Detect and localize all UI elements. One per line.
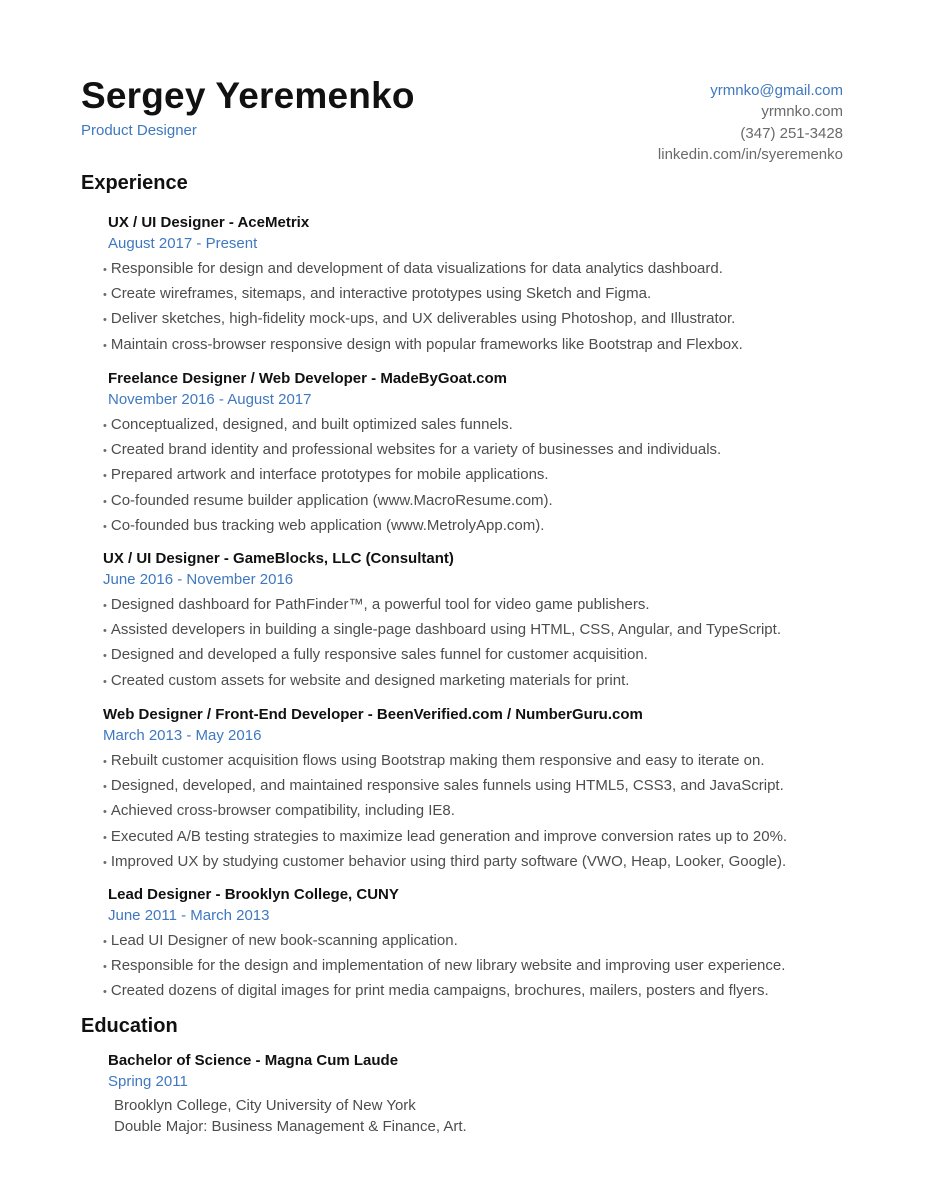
bullet-icon: •	[103, 314, 107, 327]
bullet-icon: •	[103, 961, 107, 974]
linkedin-link[interactable]: linkedin.com/in/syeremenko	[658, 144, 843, 165]
bullet-text: Responsible for design and development o…	[110, 260, 723, 277]
bullet-item: • Conceptualized, designed, and built opt…	[103, 413, 721, 438]
experience-entry: UX / UI Designer - GameBlocks, LLC (Cons…	[103, 548, 781, 694]
bullet-icon: •	[103, 936, 107, 948]
job-title: Web Designer / Front-End Developer - Bee…	[103, 706, 643, 723]
job-title: Freelance Designer / Web Developer - Mad…	[108, 370, 508, 387]
bullet-text: Deliver sketches, high-fidelity mock-ups…	[110, 310, 736, 328]
experience-entry: UX / UI Designer - AceMetrix August 2017…	[103, 212, 743, 358]
job-dates: August 2017 - Present	[108, 235, 258, 252]
bullet-item: • Create wireframes, sitemaps, and intera…	[103, 282, 743, 307]
contact-block: yrmnko@gmail.com yrmnko.com (347) 251-34…	[658, 80, 843, 165]
bullet-text: Achieved cross-browser compatibility, in…	[110, 802, 455, 820]
phone-number: (347) 251-3428	[740, 124, 843, 142]
experience-heading: Experience	[81, 172, 188, 194]
bullet-icon: •	[103, 445, 107, 458]
job-title: UX / UI Designer - AceMetrix	[108, 214, 310, 231]
bullet-icon: •	[103, 856, 107, 869]
education-details: Brooklyn College, City University of New…	[103, 1095, 467, 1137]
bullet-item: • Prepared artwork and interface prototyp…	[103, 463, 721, 488]
bullet-text: Responsible for the design and implement…	[110, 957, 786, 975]
bullet-text: Designed, developed, and maintained resp…	[110, 777, 784, 795]
education-major: Double Major: Business Management & Fina…	[114, 1118, 467, 1135]
bullet-text: Assisted developers in building a single…	[110, 621, 781, 639]
bullet-item: • Assisted developers in building a singl…	[103, 618, 781, 643]
experience-entry: Web Designer / Front-End Developer - Bee…	[103, 704, 787, 875]
bullet-text: Executed A/B testing strategies to maxim…	[110, 827, 788, 845]
bullet-icon: •	[103, 806, 107, 819]
bullet-item: • Maintain cross-browser responsive desig…	[103, 333, 743, 358]
bullet-text: Maintain cross-browser responsive design…	[110, 335, 743, 353]
bullet-icon: •	[103, 781, 107, 794]
bullet-icon: •	[103, 520, 107, 533]
bullet-item: • Executed A/B testing strategies to maxi…	[103, 825, 787, 850]
bullet-item: • Responsible for design and development …	[103, 257, 743, 282]
bullet-item: • Deliver sketches, high-fidelity mock-up…	[103, 307, 743, 332]
bullet-text: Created dozens of digital images for pri…	[110, 982, 769, 1000]
education-heading: Education	[81, 1015, 178, 1037]
job-bullets: • Rebuilt customer acquisition flows usin…	[103, 749, 787, 875]
bullet-item: • Achieved cross-browser compatibility, i…	[103, 799, 787, 824]
bullet-text: Created brand identity and professional …	[110, 441, 722, 459]
job-bullets: • Designed dashboard for PathFinder™, a p…	[103, 593, 781, 694]
bullet-item: • Created brand identity and professional…	[103, 438, 721, 463]
bullet-text: Rebuilt customer acquisition flows using…	[110, 752, 765, 769]
bullet-icon: •	[103, 831, 107, 844]
bullet-item: • Lead UI Designer of new book-scanning a…	[103, 929, 785, 954]
job-title: UX / UI Designer - GameBlocks, LLC (Cons…	[103, 550, 454, 567]
bullet-icon: •	[103, 339, 107, 352]
job-bullets: • Responsible for design and development …	[103, 257, 743, 358]
bullet-item: • Designed, developed, and maintained res…	[103, 774, 787, 799]
degree-title: Bachelor of Science - Magna Cum Laude	[108, 1052, 399, 1069]
bullet-text: Designed dashboard for PathFinder™, a po…	[110, 596, 650, 613]
job-bullets: • Conceptualized, designed, and built opt…	[103, 413, 721, 539]
bullet-icon: •	[103, 675, 107, 688]
bullet-text: Conceptualized, designed, and built opti…	[110, 416, 513, 433]
person-name: Sergey Yeremenko	[81, 75, 415, 116]
bullet-text: Improved UX by studying customer behavio…	[110, 852, 787, 870]
bullet-item: • Designed dashboard for PathFinder™, a p…	[103, 593, 781, 618]
education-school: Brooklyn College, City University of New…	[114, 1097, 416, 1114]
bullet-text: Create wireframes, sitemaps, and interac…	[110, 285, 652, 303]
education-entry: Bachelor of Science - Magna Cum Laude Sp…	[103, 1050, 467, 1137]
bullet-item: • Created dozens of digital images for pr…	[103, 979, 785, 1004]
bullet-item: • Rebuilt customer acquisition flows usin…	[103, 749, 787, 774]
job-role: Product Designer	[81, 122, 197, 139]
bullet-text: Designed and developed a fully responsiv…	[110, 646, 648, 664]
website-link[interactable]: yrmnko.com	[658, 101, 843, 122]
bullet-item: • Responsible for the design and implemen…	[103, 954, 785, 979]
bullet-item: • Co-founded resume builder application (…	[103, 489, 721, 514]
job-dates: June 2011 - March 2013	[108, 907, 270, 924]
job-dates: November 2016 - August 2017	[108, 391, 312, 408]
bullet-icon: •	[103, 650, 107, 663]
education-dates: Spring 2011	[108, 1073, 188, 1090]
bullet-item: • Designed and developed a fully responsi…	[103, 643, 781, 668]
bullet-text: Created custom assets for website and de…	[110, 671, 630, 689]
bullet-icon: •	[103, 600, 107, 612]
bullet-icon: •	[103, 986, 107, 999]
bullet-icon: •	[103, 420, 107, 432]
bullet-icon: •	[103, 756, 107, 768]
bullet-icon: •	[103, 289, 107, 302]
bullet-item: • Improved UX by studying customer behavi…	[103, 850, 787, 875]
bullet-text: Prepared artwork and interface prototype…	[110, 466, 549, 484]
job-title: Lead Designer - Brooklyn College, CUNY	[108, 886, 399, 903]
email-link[interactable]: yrmnko@gmail.com	[658, 80, 843, 101]
experience-entry: Lead Designer - Brooklyn College, CUNY J…	[103, 884, 785, 1005]
bullet-text: Co-founded bus tracking web application …	[110, 516, 545, 534]
bullet-icon: •	[103, 470, 107, 483]
bullet-icon: •	[103, 625, 107, 638]
bullet-icon: •	[103, 264, 107, 276]
bullet-icon: •	[103, 495, 107, 508]
bullet-text: Lead UI Designer of new book-scanning ap…	[110, 932, 458, 949]
job-dates: June 2016 - November 2016	[103, 571, 294, 588]
experience-entry: Freelance Designer / Web Developer - Mad…	[103, 368, 721, 539]
job-dates: March 2013 - May 2016	[103, 727, 262, 744]
bullet-text: Co-founded resume builder application (w…	[110, 491, 553, 509]
job-bullets: • Lead UI Designer of new book-scanning a…	[103, 929, 785, 1005]
bullet-item: • Created custom assets for website and d…	[103, 669, 781, 694]
bullet-item: • Co-founded bus tracking web application…	[103, 514, 721, 539]
